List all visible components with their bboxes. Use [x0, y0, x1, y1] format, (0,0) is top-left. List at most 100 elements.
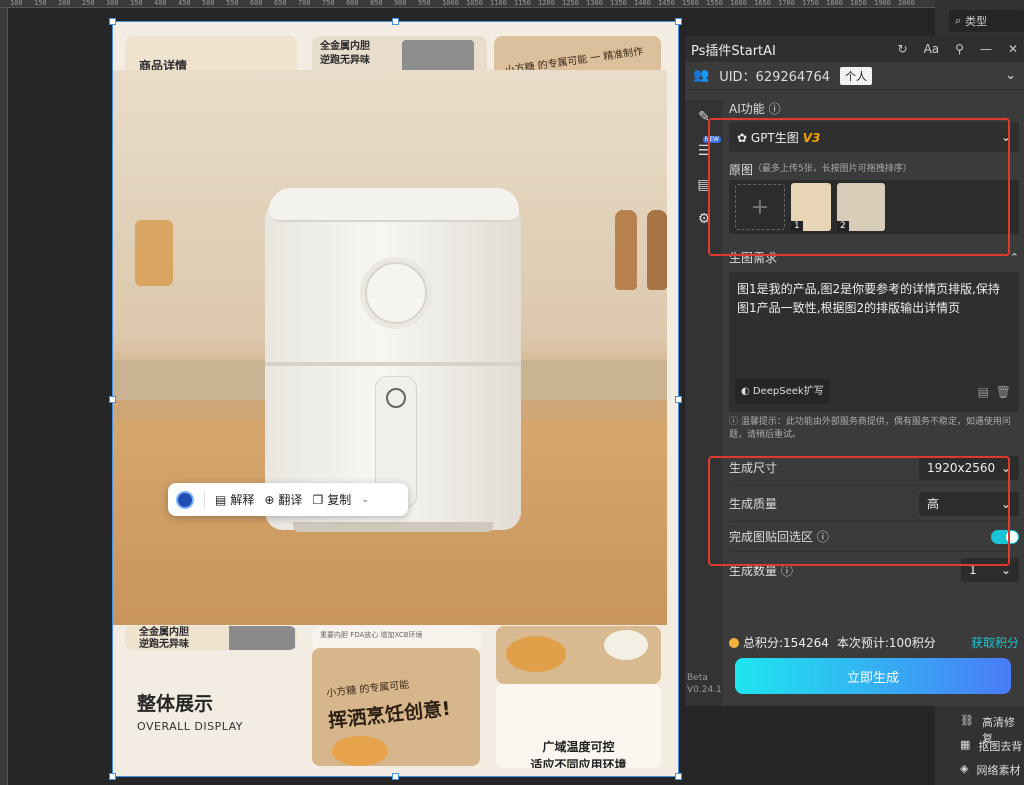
- info-icon: ⓘ: [729, 417, 739, 427]
- ruler-tick: 650: [274, 0, 287, 7]
- air-fryer-photo-layer[interactable]: [113, 70, 667, 625]
- ruler-tick: 1700: [778, 0, 795, 7]
- ruler-tick: 1650: [754, 0, 771, 7]
- pin-icon[interactable]: ⚲: [955, 42, 964, 56]
- ruler-tick: 1850: [850, 0, 867, 7]
- highlight-box-settings: [708, 456, 1010, 566]
- divider: [204, 491, 205, 508]
- ruler-tick: 1750: [802, 0, 819, 7]
- section-subtitle: OVERALL DISPLAY: [137, 720, 244, 733]
- ruler-tick: 250: [82, 0, 95, 7]
- ruler-tick: 400: [154, 0, 167, 7]
- ruler-tick: 150: [34, 0, 47, 7]
- air-fryer-seam: [265, 362, 521, 366]
- tile-top-mid-text-1: 全金属内胆: [320, 41, 370, 52]
- explain-label: 解释: [230, 493, 255, 507]
- chevron-up-icon[interactable]: ⌃: [1010, 251, 1019, 264]
- transform-handle-t[interactable]: [392, 18, 399, 25]
- transform-handle-b[interactable]: [392, 773, 399, 780]
- history-icon[interactable]: ▤: [978, 383, 989, 402]
- air-fryer-lid: [269, 188, 519, 222]
- ruler-tick: 350: [130, 0, 143, 7]
- transform-handle-tr[interactable]: [675, 18, 682, 25]
- close-icon[interactable]: ✕: [1008, 42, 1018, 56]
- ruler-tick: 700: [298, 0, 311, 7]
- salt-grinder: [647, 210, 667, 290]
- fried-food-image: [506, 636, 566, 672]
- ruler-tick: 2000: [898, 0, 915, 7]
- ruler-tick: 950: [418, 0, 431, 7]
- ruler-tick: 600: [250, 0, 263, 7]
- copy-button[interactable]: ❐ 复制: [312, 491, 351, 508]
- handle-button-icon: [386, 388, 406, 408]
- user-row: 👥 UID：629264764 个人 ⌄: [685, 62, 1024, 90]
- search-icon: ⌕: [955, 14, 962, 27]
- chevron-down-icon[interactable]: ⌄: [361, 495, 369, 505]
- menu-item-assets-label: 网络素材: [976, 764, 1021, 777]
- ruler-tick: 1200: [538, 0, 555, 7]
- highlight-box-model: [708, 118, 1010, 256]
- translate-label: 翻译: [278, 493, 303, 507]
- ruler-tick: 900: [394, 0, 407, 7]
- assistant-logo-icon[interactable]: [176, 490, 194, 509]
- ruler-tick: 200: [58, 0, 71, 7]
- menu-item-cutout-label: 抠图去背: [978, 740, 1023, 753]
- tile-caption: 广域温度可控 适应不同应用环境: [496, 684, 661, 768]
- transform-handle-bl[interactable]: [109, 773, 116, 780]
- transform-handle-l[interactable]: [109, 396, 116, 403]
- ruler-tick: 1050: [466, 0, 483, 7]
- account-type-badge[interactable]: 个人: [840, 66, 872, 85]
- tip-text: 温馨提示：此功能由外部服务商提供，偶有服务不稳定，如遇使用问题，请稍后重试。: [729, 417, 1011, 440]
- minimize-icon[interactable]: —: [980, 42, 992, 56]
- spice-jar: [135, 220, 173, 286]
- ai-function-row: AI功能 ⓘ: [729, 100, 1019, 120]
- font-size-icon[interactable]: Aa: [924, 42, 940, 56]
- deepseek-expand-button[interactable]: ◐ DeepSeek扩写: [735, 379, 830, 404]
- ruler-tick: 1350: [610, 0, 627, 7]
- tile-food-image: [496, 626, 661, 684]
- filter-type-label: 类型: [965, 15, 988, 28]
- menu-item-assets[interactable]: ◈ 网络素材: [960, 762, 1020, 778]
- user-icon: 👥: [693, 68, 710, 83]
- tile-bottom-mid: 重要内胆 FDA放心 增加XCB环境: [312, 626, 482, 650]
- panel-title: Ps插件StartAI: [691, 43, 776, 59]
- prompt-textarea[interactable]: 图1是我的产品,图2是你要参考的详情页排版,保持图1产品一致性,根据图2的排版输…: [729, 272, 1019, 412]
- translate-button[interactable]: ⊕ 翻译: [264, 491, 302, 508]
- chevron-down-icon[interactable]: ⌄: [1005, 68, 1016, 83]
- ruler-tick: 1500: [682, 0, 699, 7]
- trash-icon[interactable]: 🗑: [996, 383, 1011, 402]
- ruler-tick: 300: [106, 0, 119, 7]
- ruler-tick: 1600: [730, 0, 747, 7]
- layer-filter-search[interactable]: ⌕ 类型: [949, 10, 1024, 32]
- ruler-tick: 800: [346, 0, 359, 7]
- beta-label: Beta: [687, 673, 708, 683]
- transform-handle-tl[interactable]: [109, 18, 116, 25]
- panel-header: Ps插件StartAI ↻ Aa ⚲ — ✕: [685, 36, 1024, 62]
- bottom-mid-text: 重要内胆 FDA放心 增加XCB环境: [320, 631, 423, 639]
- layers-icon: ◈: [960, 762, 969, 775]
- globe-icon: ⊕: [264, 492, 275, 507]
- info-icon[interactable]: ⓘ: [769, 102, 781, 116]
- transform-handle-br[interactable]: [675, 773, 682, 780]
- whale-icon: ◐: [741, 386, 750, 397]
- ruler-tick: 1800: [826, 0, 843, 7]
- version-label: V0.24.1: [687, 685, 722, 695]
- ruler-tick: 100: [10, 0, 23, 7]
- get-credits-link[interactable]: 获取积分: [971, 634, 1019, 651]
- credits-row: 总积分:154264 本次预计:100积分 获取积分: [729, 634, 1019, 651]
- explain-button[interactable]: ▤ 解释: [215, 491, 254, 508]
- chicken-image: [332, 736, 388, 766]
- ai-function-label: AI功能: [729, 102, 765, 116]
- ruler-tick: 1550: [706, 0, 723, 7]
- slogan-small: 小方糖 的专属可能: [325, 679, 410, 700]
- pan-image-bottom: [229, 626, 295, 650]
- generate-button[interactable]: 立即生成: [735, 658, 1011, 694]
- transform-handle-r[interactable]: [675, 396, 682, 403]
- bottom-left-text-2: 逆跑无异味: [139, 639, 189, 650]
- coin-icon: [729, 637, 739, 648]
- estimated-cost: 本次预计:100积分: [836, 636, 936, 650]
- service-tip: ⓘ 温馨提示：此功能由外部服务商提供，偶有服务不稳定，如遇使用问题，请稍后重试。: [729, 416, 1019, 442]
- tile-top-mid-text-2: 逆跑无异味: [320, 55, 370, 66]
- refresh-icon[interactable]: ↻: [898, 42, 908, 56]
- menu-item-cutout[interactable]: ▦ 抠图去背: [960, 738, 1022, 754]
